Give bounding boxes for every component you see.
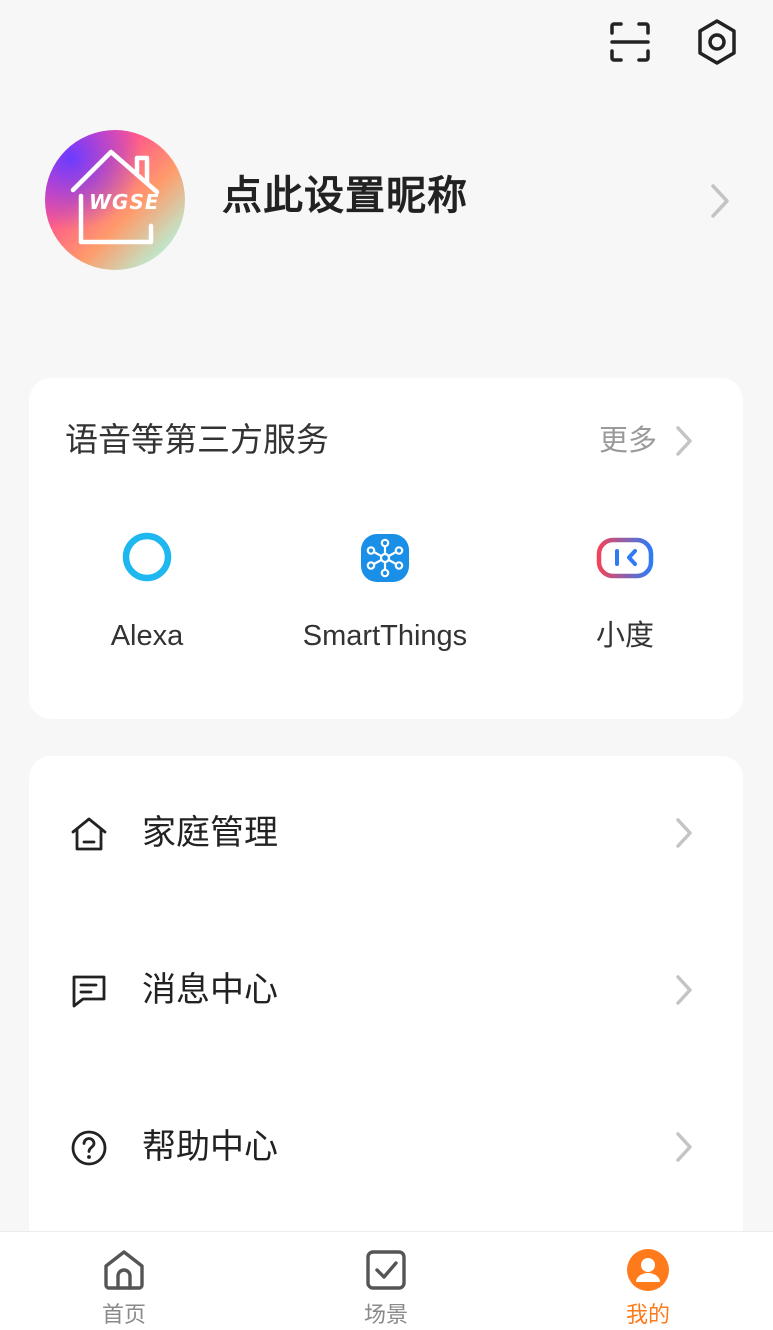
menu-item-label: 帮助中心 — [142, 1127, 278, 1167]
third-party-services-card: 语音等第三方服务 更多 Alexa SmartThings 小度 — [29, 378, 743, 719]
avatar[interactable]: WGSE — [45, 130, 185, 270]
home-icon — [104, 1250, 144, 1290]
service-label: SmartThings — [302, 620, 468, 652]
scan-icon[interactable] — [606, 18, 654, 66]
profile-icon — [627, 1249, 669, 1291]
alexa-icon — [122, 532, 172, 582]
help-icon — [71, 1130, 107, 1166]
message-icon — [72, 975, 106, 1008]
nav-tab-scene[interactable]: 场景 — [306, 1232, 466, 1330]
nav-tab-home[interactable]: 首页 — [44, 1232, 204, 1330]
menu-item-message-center[interactable]: 消息中心 — [29, 913, 743, 1070]
services-title: 语音等第三方服务 — [65, 420, 329, 459]
home-outline-icon — [71, 817, 107, 851]
nav-tab-label: 首页 — [101, 1303, 146, 1328]
chevron-right-icon — [676, 1132, 692, 1162]
bottom-navigation: 首页 场景 我的 — [0, 1231, 773, 1330]
avatar-logo-text: WGSE — [89, 190, 160, 214]
menu-item-label: 消息中心 — [142, 970, 278, 1010]
nav-tab-label: 我的 — [625, 1303, 670, 1328]
smartthings-icon — [361, 534, 409, 582]
service-label: 小度 — [595, 620, 654, 652]
service-label: Alexa — [110, 620, 184, 652]
chevron-right-icon — [676, 818, 692, 848]
menu-item-label: 家庭管理 — [142, 813, 278, 853]
service-xiaodu[interactable]: 小度 — [515, 528, 735, 656]
xiaodu-icon — [596, 537, 654, 579]
service-smartthings[interactable]: SmartThings — [275, 528, 495, 656]
more-link[interactable]: 更多 — [599, 418, 657, 462]
menu-item-home-management[interactable]: 家庭管理 — [29, 756, 743, 913]
scene-checkbox-icon — [366, 1250, 406, 1290]
service-alexa[interactable]: Alexa — [37, 528, 257, 656]
nav-tab-label: 场景 — [363, 1303, 408, 1328]
nickname-label[interactable]: 点此设置昵称 — [222, 168, 468, 224]
menu-card: 家庭管理 消息中心 帮助中心 — [29, 756, 743, 1276]
chevron-right-icon[interactable] — [673, 424, 695, 462]
chevron-right-icon[interactable] — [706, 181, 734, 225]
chevron-right-icon — [676, 975, 692, 1005]
menu-item-help-center[interactable]: 帮助中心 — [29, 1070, 743, 1227]
nav-tab-mine[interactable]: 我的 — [568, 1232, 728, 1330]
settings-icon[interactable] — [693, 18, 741, 66]
